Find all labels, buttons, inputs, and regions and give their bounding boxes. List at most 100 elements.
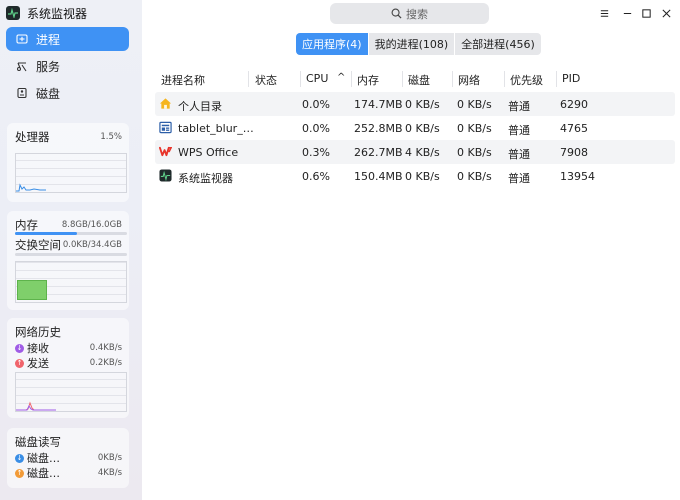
column-divider [504, 71, 505, 87]
tablet-app-icon [159, 121, 172, 134]
process-network: 0 KB/s [457, 98, 492, 111]
column-header-memory[interactable]: 内存 [357, 72, 379, 88]
maximize-button[interactable] [639, 6, 653, 20]
column-header-pid[interactable]: PID [562, 72, 580, 85]
write-label: 磁盘… [27, 467, 60, 480]
sidebar-item-service[interactable]: 服务 [6, 54, 129, 78]
disk-write-row: ↑ 磁盘… 4KB/s [15, 465, 122, 481]
column-header-name[interactable]: 进程名称 [161, 72, 205, 88]
process-disk: 0 KB/s [405, 122, 440, 135]
memory-graph-fill [17, 280, 47, 300]
memory-graph [15, 261, 127, 303]
menu-button[interactable] [597, 6, 611, 20]
process-tabs: 应用程序(4) 我的进程(108) 全部进程(456) [296, 33, 542, 55]
table-row[interactable]: 个人目录 0.0% 174.7MB 0 KB/s 0 KB/s 普通 6290 [155, 92, 675, 116]
process-name: 个人目录 [178, 100, 222, 113]
process-priority: 普通 [508, 172, 530, 185]
cpu-card[interactable]: 处理器 1.5% [7, 123, 129, 202]
recv-label: 接收 [27, 342, 49, 355]
tab-my-processes[interactable]: 我的进程(108) [368, 33, 455, 55]
download-icon: ↓ [15, 343, 24, 353]
disk-icon [16, 87, 28, 99]
table-row[interactable]: 系统监视器 0.6% 150.4MB 0 KB/s 0 KB/s 普通 1395… [155, 164, 675, 188]
minimize-icon [623, 12, 631, 14]
process-cpu: 0.3% [302, 146, 330, 159]
tab-all-processes[interactable]: 全部进程(456) [455, 33, 541, 55]
memory-bar-fill [15, 232, 77, 235]
diskio-title: 磁盘读写 [15, 435, 61, 449]
memory-title: 内存 [15, 218, 38, 232]
process-disk: 0 KB/s [405, 98, 440, 111]
cpu-value: 1.5% [100, 132, 122, 142]
app-name: 系统监视器 [27, 6, 88, 21]
column-divider [300, 71, 301, 87]
table-header: 进程名称 状态 CPU ^ 内存 磁盘 网络 优先级 PID [155, 68, 675, 90]
network-title: 网络历史 [15, 325, 61, 339]
read-label: 磁盘… [27, 452, 60, 465]
sidebar-item-label: 磁盘 [36, 86, 61, 101]
network-send-row: ↑ 发送 0.2KB/s [15, 355, 122, 371]
swap-title: 交换空间 [15, 238, 61, 252]
table-row[interactable]: WPS Office 0.3% 262.7MB 4 KB/s 0 KB/s 普通… [155, 140, 675, 164]
process-disk: 4 KB/s [405, 146, 440, 159]
process-memory: 150.4MB [354, 170, 403, 183]
upload-icon: ↑ [15, 358, 24, 368]
process-memory: 174.7MB [354, 98, 403, 111]
sidebar-nav: 进程 服务 磁盘 [6, 27, 129, 108]
home-folder-icon [159, 97, 172, 110]
sidebar-item-disk[interactable]: 磁盘 [6, 81, 129, 105]
send-label: 发送 [27, 357, 49, 370]
process-cpu: 0.0% [302, 98, 330, 111]
process-priority: 普通 [508, 148, 530, 161]
system-monitor-icon [6, 6, 20, 20]
process-network: 0 KB/s [457, 170, 492, 183]
write-value: 4KB/s [97, 468, 122, 478]
sidebar-item-process[interactable]: 进程 [6, 27, 129, 51]
cpu-title: 处理器 [15, 130, 50, 144]
sidebar: 系统监视器 进程 服务 磁盘 处理器 1.5% 内存 8.8GB/16.0GB … [0, 0, 142, 500]
memory-bar [15, 232, 127, 235]
app-title: 系统监视器 [6, 4, 87, 22]
service-icon [16, 60, 28, 72]
close-icon [661, 8, 671, 18]
process-disk: 0 KB/s [405, 170, 440, 183]
close-button[interactable] [659, 6, 673, 20]
process-pid: 6290 [560, 98, 588, 111]
column-divider [452, 71, 453, 87]
process-cpu: 0.0% [302, 122, 330, 135]
column-header-cpu[interactable]: CPU [306, 72, 328, 85]
column-header-disk[interactable]: 磁盘 [408, 72, 430, 88]
table-row[interactable]: tablet_blur_… 0.0% 252.8MB 0 KB/s 0 KB/s… [155, 116, 675, 140]
process-name: 系统监视器 [178, 172, 233, 185]
column-header-status[interactable]: 状态 [255, 72, 277, 88]
read-icon: ↓ [15, 453, 24, 463]
send-value: 0.2KB/s [89, 358, 122, 368]
disk-io-card[interactable]: 磁盘读写 ↓ 磁盘… 0KB/s ↑ 磁盘… 4KB/s [7, 428, 129, 488]
column-divider [402, 71, 403, 87]
write-icon: ↑ [15, 468, 24, 478]
column-divider [351, 71, 352, 87]
search-input[interactable]: 搜索 [330, 3, 489, 24]
network-card[interactable]: 网络历史 ↓ 接收 0.4KB/s ↑ 发送 0.2KB/s [7, 318, 129, 418]
column-header-network[interactable]: 网络 [458, 72, 480, 88]
memory-card[interactable]: 内存 8.8GB/16.0GB 交换空间 0.0KB/34.4GB [7, 211, 129, 310]
sidebar-item-label: 进程 [36, 32, 61, 47]
process-pid: 13954 [560, 170, 595, 183]
process-priority: 普通 [508, 100, 530, 113]
column-header-priority[interactable]: 优先级 [510, 72, 543, 88]
hamburger-icon [600, 9, 608, 17]
minimize-button[interactable] [620, 6, 634, 20]
recv-value: 0.4KB/s [89, 343, 122, 353]
swap-bar [15, 253, 127, 256]
search-placeholder: 搜索 [406, 7, 428, 21]
process-memory: 252.8MB [354, 122, 403, 135]
column-divider [556, 71, 557, 87]
title-bar: 搜索 [142, 0, 680, 26]
process-pid: 7908 [560, 146, 588, 159]
process-name: tablet_blur_… [178, 122, 254, 135]
process-pid: 4765 [560, 122, 588, 135]
process-table: 进程名称 状态 CPU ^ 内存 磁盘 网络 优先级 PID 个人目录 0.0%… [155, 68, 675, 188]
tab-applications[interactable]: 应用程序(4) [296, 33, 368, 55]
process-network: 0 KB/s [457, 146, 492, 159]
sidebar-item-label: 服务 [36, 59, 61, 74]
